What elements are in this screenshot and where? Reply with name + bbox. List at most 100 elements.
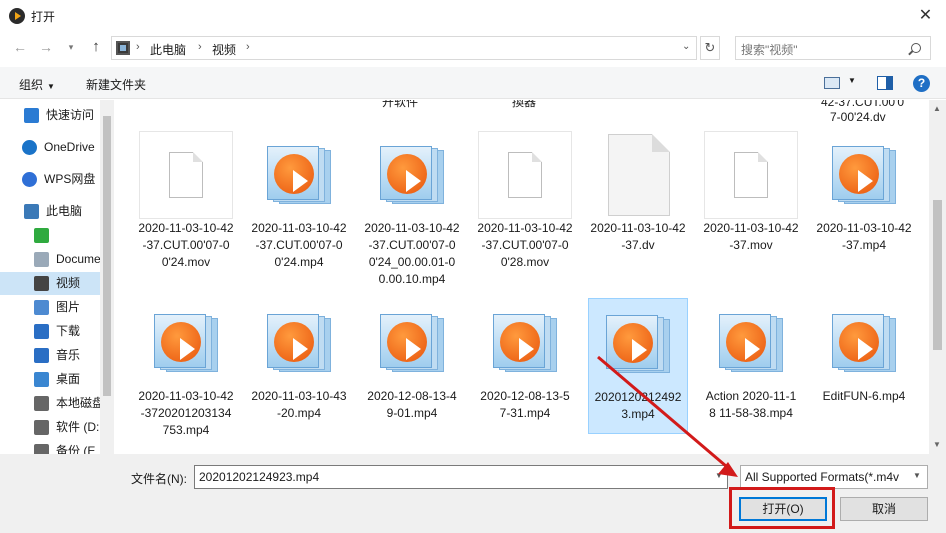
file-item[interactable]: 2020-11-03-10-42-37.CUT.00'07-00'24.mp4 xyxy=(249,130,349,271)
media-player-file-icon xyxy=(251,130,347,220)
file-item[interactable]: 2020-11-03-10-42-37.dv xyxy=(588,130,688,254)
file-item[interactable]: 20201202124923.mp4 xyxy=(588,298,688,434)
file-name: 2020-11-03-10-42-37.mp4 xyxy=(816,221,912,252)
sidebar-item[interactable]: 本地磁盘 xyxy=(0,392,100,415)
sidebar-item-label: Docume xyxy=(56,252,100,266)
computer-icon xyxy=(24,204,39,219)
address-bar: ← → ▾ ↑ › 此电脑 › 视频 › ⌄ ↻ 搜索"视频" xyxy=(0,33,946,63)
file-name: 2020-11-03-10-42-37.CUT.00'07-00'24.mp4 xyxy=(251,221,347,269)
sidebar-item-label: 软件 (D: xyxy=(56,420,100,434)
sidebar-item[interactable]: 此电脑 xyxy=(0,200,100,223)
scroll-up-icon[interactable]: ▲ xyxy=(933,104,941,113)
file-item[interactable]: 2020-11-03-10-42-37.CUT.00'07-00'24.mov xyxy=(136,130,236,271)
sidebar-item[interactable]: 视频 xyxy=(0,272,100,295)
sidebar-item[interactable]: 音乐 xyxy=(0,344,100,367)
media-player-file-icon xyxy=(138,298,234,388)
file-list-scrollbar[interactable]: ▲ ▼ xyxy=(929,100,946,454)
drive-icon xyxy=(34,396,49,411)
address-field[interactable]: › 此电脑 › 视频 › ⌄ xyxy=(111,36,697,60)
drive-icon xyxy=(34,420,49,435)
file-name: 2020-12-08-13-57-31.mp4 xyxy=(480,389,570,420)
cancel-button[interactable]: 取消 xyxy=(840,497,928,521)
scroll-down-icon[interactable]: ▼ xyxy=(933,440,941,449)
refresh-button[interactable]: ↻ xyxy=(700,36,720,60)
organize-menu[interactable]: 组织 ▼ xyxy=(19,76,55,93)
file-type-select[interactable]: All Supported Formats(*.m4v ▼ xyxy=(740,465,928,489)
forward-icon[interactable]: → xyxy=(36,37,56,57)
file-item[interactable]: 2020-11-03-10-42-37.CUT.00'07-00'28.mov xyxy=(475,130,575,271)
open-button[interactable]: 打开(O) xyxy=(739,497,827,521)
music-icon xyxy=(34,348,49,363)
download-icon xyxy=(34,324,49,339)
video-folder-icon xyxy=(34,276,49,291)
document-file-icon xyxy=(590,130,686,220)
close-button[interactable]: ✕ xyxy=(905,0,946,31)
breadcrumb-separator-icon[interactable]: › xyxy=(136,41,140,53)
view-mode-icon[interactable] xyxy=(824,77,840,89)
sidebar-scroll-thumb[interactable] xyxy=(103,116,111,396)
file-item[interactable]: 2020-11-03-10-42-37.CUT.00'07-00'24_00.0… xyxy=(362,130,462,288)
sidebar-item[interactable]: 下载 xyxy=(0,320,100,343)
new-folder-button[interactable]: 新建文件夹 xyxy=(86,76,146,93)
file-item[interactable]: 2020-11-03-10-42-37.mp4 xyxy=(814,130,914,254)
open-file-dialog: 打开 ✕ ← → ▾ ↑ › 此电脑 › 视频 › ⌄ ↻ 搜索"视频" 组织 ▼… xyxy=(0,0,946,533)
view-mode-dropdown-icon[interactable]: ▼ xyxy=(848,76,856,85)
sidebar-item[interactable]: OneDrive xyxy=(0,136,100,159)
sidebar-item-label: 图片 xyxy=(56,300,81,314)
sidebar-item[interactable]: Docume xyxy=(0,248,100,271)
file-name: 20201202124923.mp4 xyxy=(594,390,682,421)
breadcrumb-videos[interactable]: 视频 xyxy=(212,41,236,58)
file-item[interactable]: 2020-12-08-13-57-31.mp4 xyxy=(475,298,575,422)
filename-dropdown-icon[interactable]: ▼ xyxy=(715,471,723,480)
sidebar-item-label: OneDrive xyxy=(44,140,95,154)
file-item[interactable]: 2020-12-08-13-49-01.mp4 xyxy=(362,298,462,422)
preview-pane-icon[interactable] xyxy=(877,76,893,90)
recent-locations-chevron-icon[interactable]: ▾ xyxy=(61,37,81,57)
file-item[interactable]: 2020-11-03-10-42-37.mov xyxy=(701,130,801,254)
sidebar-item-label: 备份 (E xyxy=(56,444,96,454)
sidebar-item[interactable]: 软件 (D: xyxy=(0,416,100,439)
address-dropdown-icon[interactable]: ⌄ xyxy=(682,41,690,52)
window-title: 打开 xyxy=(31,10,56,24)
file-name: 2020-11-03-10-42-37.CUT.00'07-00'28.mov xyxy=(477,221,573,269)
up-icon[interactable]: ↑ xyxy=(86,37,106,57)
media-player-file-icon xyxy=(477,298,573,388)
back-icon[interactable]: ← xyxy=(10,37,30,57)
file-item[interactable]: 2020-11-03-10-43-20.mp4 xyxy=(249,298,349,422)
media-player-file-icon xyxy=(364,298,460,388)
sidebar-item-label: 下载 xyxy=(56,324,81,338)
file-item[interactable]: 2020-11-03-10-42-3720201203134753.mp4 xyxy=(136,298,236,439)
breadcrumb-this-pc[interactable]: 此电脑 xyxy=(150,41,186,58)
command-toolbar: 组织 ▼ 新建文件夹 ▼ ? xyxy=(0,67,946,99)
search-icon[interactable] xyxy=(911,43,921,53)
sidebar-item[interactable] xyxy=(0,224,100,247)
sidebar-scrollbar[interactable] xyxy=(100,100,114,454)
title-bar: 打开 ✕ xyxy=(0,0,946,31)
document-file-icon xyxy=(477,130,573,220)
drive-icon xyxy=(34,444,49,454)
sidebar-item-label: WPS网盘 xyxy=(44,172,96,186)
sidebar-item[interactable]: 备份 (E xyxy=(0,440,100,454)
file-type-dropdown-icon[interactable]: ▼ xyxy=(913,471,921,480)
sidebar-item[interactable]: 桌面 xyxy=(0,368,100,391)
file-name: 2020-11-03-10-42-3720201203134753.mp4 xyxy=(138,389,234,437)
search-input[interactable]: 搜索"视频" xyxy=(735,36,931,60)
sidebar-item[interactable]: 快速访问 xyxy=(0,104,100,127)
sidebar-item[interactable]: 图片 xyxy=(0,296,100,319)
scroll-thumb[interactable] xyxy=(933,200,942,350)
file-item[interactable]: Action 2020-11-18 11-58-38.mp4 xyxy=(701,298,801,422)
desktop-icon xyxy=(34,372,49,387)
file-item[interactable]: EditFUN-6.mp4 xyxy=(814,298,914,405)
file-name: Action 2020-11-18 11-58-38.mp4 xyxy=(705,389,797,420)
document-file-icon xyxy=(703,130,799,220)
sidebar-item-label: 本地磁盘 xyxy=(56,396,100,410)
filename-label: 文件名(N): xyxy=(131,472,187,486)
file-name: 2020-11-03-10-42-37.mov xyxy=(703,221,799,252)
sidebar-item[interactable]: WPS网盘 xyxy=(0,168,100,191)
breadcrumb-separator-icon[interactable]: › xyxy=(198,41,202,53)
breadcrumb-separator-icon[interactable]: › xyxy=(246,41,250,53)
file-type-value: All Supported Formats(*.m4v xyxy=(745,470,900,484)
filename-input[interactable]: 20201202124923.mp4 ▼ xyxy=(194,465,728,489)
help-icon[interactable]: ? xyxy=(913,75,930,92)
sidebar-item-label: 桌面 xyxy=(56,372,81,386)
